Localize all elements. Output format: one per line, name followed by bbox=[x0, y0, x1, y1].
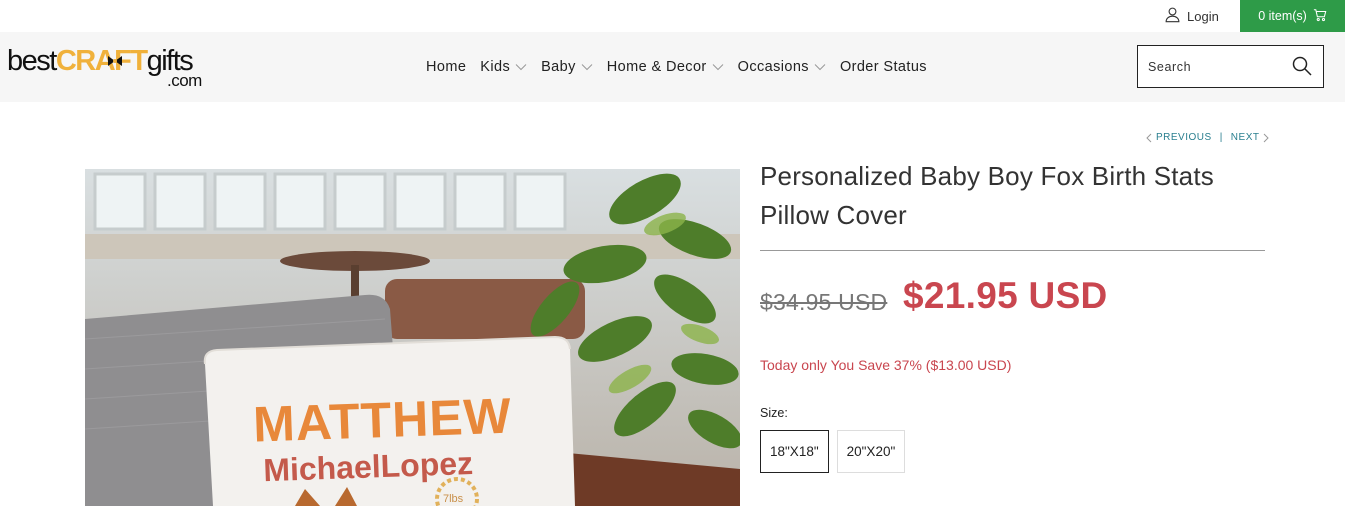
previous-label: PREVIOUS bbox=[1156, 132, 1212, 143]
product-image[interactable]: MATTHEW MichaelLopez 7lbs bbox=[85, 169, 740, 506]
previous-link[interactable]: PREVIOUS bbox=[1146, 132, 1212, 143]
login-label: Login bbox=[1187, 8, 1219, 24]
next-label: NEXT bbox=[1230, 132, 1260, 143]
pillow-name-first: MATTHEW bbox=[252, 388, 513, 453]
product-title: Personalized Baby Boy Fox Birth Stats Pi… bbox=[760, 161, 1214, 230]
size-option-20x20[interactable]: 20"X20" bbox=[836, 430, 906, 473]
nav-item-baby[interactable]: Baby bbox=[541, 59, 593, 75]
nav-item-label: Baby bbox=[541, 59, 576, 75]
nav-item-label: Order Status bbox=[839, 59, 927, 75]
cart-count-label: 0 item(s) bbox=[1258, 9, 1307, 23]
product-pager: PREVIOUS | NEXT bbox=[1146, 132, 1270, 143]
nav-item-label: Home & Decor bbox=[606, 59, 707, 75]
search-input[interactable] bbox=[1138, 46, 1283, 87]
product-photo: MATTHEW MichaelLopez 7lbs bbox=[85, 169, 740, 506]
logo-text-best: best bbox=[7, 45, 57, 77]
logo-text-craft: CRAFT bbox=[55, 45, 148, 77]
nav-item-label: Kids bbox=[480, 59, 511, 75]
nav-item-home[interactable]: Home bbox=[426, 59, 466, 75]
nav-item-occasions[interactable]: Occasions bbox=[738, 59, 826, 75]
chevron-down-icon bbox=[515, 64, 527, 71]
pillow-weight: 7lbs bbox=[443, 493, 464, 505]
pager-separator: | bbox=[1219, 132, 1223, 143]
cart-button[interactable]: 0 item(s) bbox=[1240, 0, 1345, 32]
user-icon bbox=[1164, 6, 1181, 26]
nav-item-kids[interactable]: Kids bbox=[480, 59, 527, 75]
main-nav: Home Kids Baby Home & Decor Occasions Or… bbox=[426, 32, 941, 102]
cart-icon bbox=[1313, 8, 1327, 25]
chevron-down-icon bbox=[814, 64, 826, 71]
search-icon[interactable] bbox=[1291, 55, 1313, 77]
top-bar: Login 0 item(s) bbox=[0, 0, 1345, 32]
search-box bbox=[1137, 45, 1324, 88]
logo-text-dotcom: .com bbox=[167, 71, 202, 90]
nav-item-order-status[interactable]: Order Status bbox=[840, 59, 927, 75]
title-divider bbox=[760, 250, 1265, 251]
chevron-left-icon bbox=[1146, 133, 1152, 142]
size-label: Size: bbox=[760, 406, 788, 420]
bow-icon bbox=[108, 56, 122, 66]
site-logo[interactable]: bestCRAFTgifts .com bbox=[7, 45, 212, 91]
compare-price: $34.95 USD bbox=[760, 289, 888, 315]
savings-text: Today only You Save 37% ($13.00 USD) bbox=[760, 357, 1012, 373]
chevron-down-icon bbox=[581, 64, 593, 71]
size-option-18x18[interactable]: 18"X18" bbox=[760, 430, 829, 473]
pillow-name-rest: MichaelLopez bbox=[263, 445, 474, 488]
site-header: bestCRAFTgifts .com Home Kids Baby Home … bbox=[0, 32, 1345, 102]
nav-item-home-decor[interactable]: Home & Decor bbox=[607, 59, 724, 75]
size-options: 18"X18" 20"X20" bbox=[760, 430, 906, 473]
nav-item-label: Home bbox=[426, 59, 467, 75]
sale-price: $21.95 USD bbox=[903, 275, 1108, 316]
chevron-right-icon bbox=[1264, 133, 1270, 142]
chevron-down-icon bbox=[712, 64, 723, 71]
nav-item-label: Occasions bbox=[737, 59, 809, 75]
login-link[interactable]: Login bbox=[1164, 0, 1219, 32]
next-link[interactable]: NEXT bbox=[1231, 132, 1270, 143]
